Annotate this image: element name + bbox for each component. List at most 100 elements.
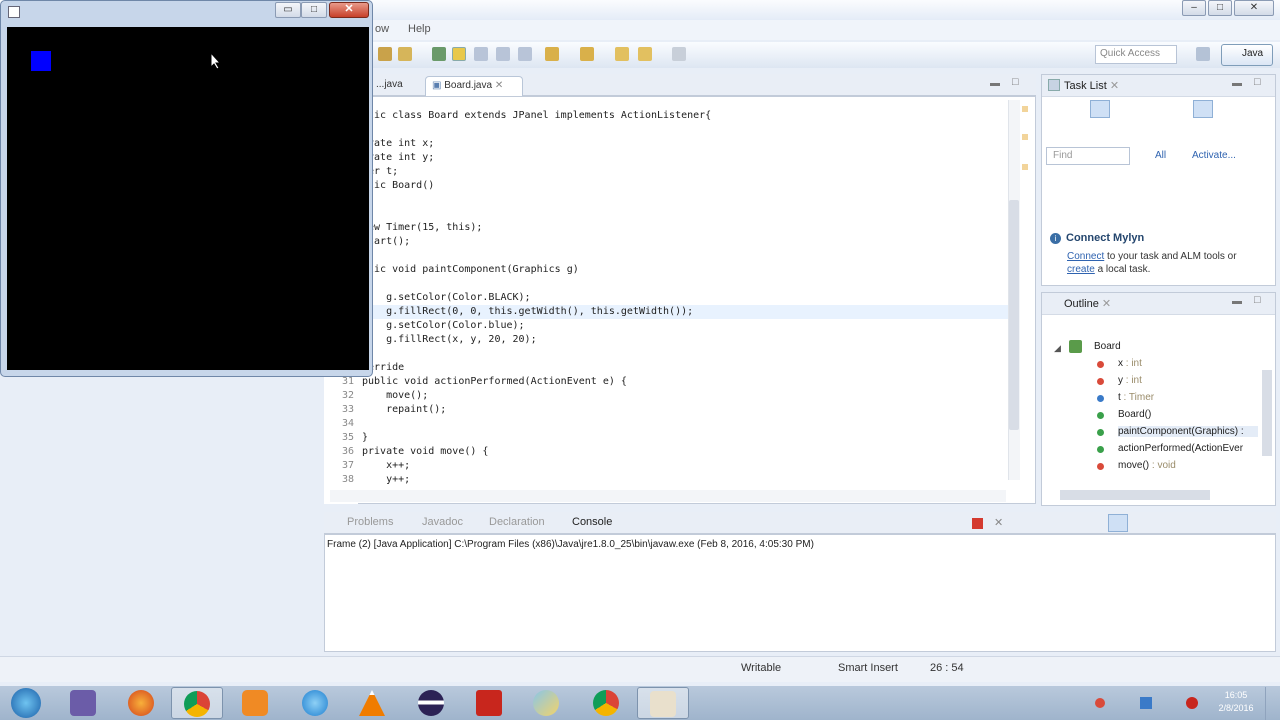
toolbar-icon[interactable] xyxy=(452,47,466,61)
tray-icon[interactable] xyxy=(1095,698,1105,708)
console-view[interactable] xyxy=(324,534,1276,652)
outline-scrollbar[interactable] xyxy=(1262,370,1272,456)
maximize-icon[interactable]: □ xyxy=(1254,294,1261,306)
line-number: 37 xyxy=(341,460,354,471)
remove-launch-icon[interactable]: ✕ xyxy=(994,516,1003,529)
frame-close-button[interactable]: ✕ xyxy=(329,2,369,18)
taskbar-java[interactable] xyxy=(637,687,689,719)
outline-member[interactable]: move() : void xyxy=(1118,460,1176,471)
menu-help[interactable]: Help xyxy=(408,23,431,35)
taskbar-visual-studio[interactable] xyxy=(57,687,109,719)
line-number: 38 xyxy=(341,474,354,485)
taskbar-ie[interactable] xyxy=(289,687,341,719)
outline-member[interactable]: actionPerformed(ActionEver xyxy=(1118,443,1243,454)
forward-arrow-icon[interactable] xyxy=(638,47,652,61)
game-canvas[interactable] xyxy=(7,27,369,370)
outline-member[interactable]: t : Timer xyxy=(1118,392,1154,403)
editor-scroll-thumb[interactable] xyxy=(1009,200,1019,430)
quick-access-input[interactable]: Quick Access xyxy=(1095,45,1177,64)
taskbar-vlc[interactable] xyxy=(346,687,398,719)
tab-declaration[interactable]: Declaration xyxy=(489,516,545,528)
taskbar-paint[interactable] xyxy=(520,687,572,719)
code-line: } xyxy=(362,432,369,443)
taskbar-media-player[interactable] xyxy=(229,687,281,719)
toolbar-icon[interactable] xyxy=(672,47,686,61)
show-desktop-button[interactable] xyxy=(1265,687,1280,720)
tab-board-java[interactable]: ▣ Board.java ✕ xyxy=(425,76,523,96)
overview-marker[interactable] xyxy=(1022,164,1028,170)
toolbar-icon[interactable] xyxy=(545,47,559,61)
tab-label: Board.java xyxy=(444,80,493,91)
close-icon[interactable]: ✕ xyxy=(492,80,503,91)
tab-java-file[interactable]: ...java xyxy=(370,76,409,96)
taskbar-firefox[interactable] xyxy=(115,687,167,719)
task-toolbar-icon[interactable] xyxy=(1090,100,1110,118)
connect-link[interactable]: Connect xyxy=(1067,251,1104,262)
minimize-button[interactable]: – xyxy=(1182,0,1206,16)
menu-window[interactable]: ow xyxy=(375,23,389,35)
start-button[interactable] xyxy=(0,687,52,719)
taskbar-acrobat[interactable] xyxy=(463,687,515,719)
toolbar-icon[interactable] xyxy=(398,47,412,61)
overview-marker[interactable] xyxy=(1022,106,1028,112)
code-line: blic class Board extends JPanel implemen… xyxy=(362,110,712,121)
taskbar-chrome[interactable] xyxy=(171,687,223,719)
collapse-icon[interactable]: ◢ xyxy=(1054,343,1061,354)
taskbar-eclipse[interactable] xyxy=(405,687,457,719)
member-icon xyxy=(1097,395,1104,402)
minimize-icon[interactable]: ▬ xyxy=(1232,296,1242,307)
code-line: repaint(); xyxy=(362,404,447,415)
maximize-button[interactable]: □ xyxy=(1208,0,1232,16)
toolbar-icon[interactable] xyxy=(474,47,488,61)
maximize-icon[interactable]: □ xyxy=(1254,76,1261,88)
minimize-icon[interactable]: ▬ xyxy=(1232,78,1242,89)
maximize-icon[interactable]: □ xyxy=(1012,76,1019,88)
code-line: g.fillRect(x, y, 20, 20); xyxy=(362,334,537,345)
tab-javadoc[interactable]: Javadoc xyxy=(422,516,463,528)
outline-hscrollbar[interactable] xyxy=(1060,490,1210,500)
outline-class[interactable]: Board xyxy=(1094,341,1121,352)
taskbar-chrome-2[interactable] xyxy=(580,687,632,719)
task-find-input[interactable]: Find xyxy=(1046,147,1130,165)
minimize-icon[interactable]: ▬ xyxy=(990,78,1000,89)
toolbar-icon[interactable] xyxy=(580,47,594,61)
editor-horizontal-scrollbar[interactable] xyxy=(330,490,1006,502)
frame-maximize-button[interactable]: □ xyxy=(301,2,327,18)
tray-icon[interactable] xyxy=(1140,697,1152,709)
outline-member[interactable]: x : int xyxy=(1118,358,1142,369)
frame-minimize-button[interactable]: ▭ xyxy=(275,2,301,18)
task-list-title: Task List xyxy=(1064,80,1107,92)
taskbar-clock[interactable]: 16:05 2/8/2016 xyxy=(1212,689,1260,715)
close-icon[interactable]: ✕ xyxy=(1110,80,1119,92)
tab-problems[interactable]: Problems xyxy=(347,516,393,528)
outline-member[interactable]: y : int xyxy=(1118,375,1142,386)
toolbar-icon[interactable] xyxy=(378,47,392,61)
ie-icon xyxy=(302,690,328,716)
chrome-icon xyxy=(593,690,619,716)
tab-console[interactable]: Console xyxy=(572,516,612,528)
java-perspective-button[interactable]: Java xyxy=(1221,44,1273,66)
create-link[interactable]: create xyxy=(1067,264,1095,275)
firefox-icon xyxy=(128,690,154,716)
outline-member[interactable]: paintComponent(Graphics) : xyxy=(1118,426,1258,437)
paint-icon xyxy=(533,690,559,716)
close-icon[interactable]: ✕ xyxy=(1102,298,1111,310)
tray-icon[interactable] xyxy=(1186,697,1198,709)
toolbar-icon[interactable] xyxy=(432,47,446,61)
outline-member[interactable]: Board() xyxy=(1118,409,1151,420)
visual-studio-icon xyxy=(70,690,96,716)
back-arrow-icon[interactable] xyxy=(615,47,629,61)
activate-link[interactable]: Activate... xyxy=(1192,150,1236,161)
close-button[interactable]: ✕ xyxy=(1234,0,1274,16)
java-icon xyxy=(650,691,676,717)
focus-icon[interactable] xyxy=(1193,100,1213,118)
console-toolbar-icon[interactable] xyxy=(1108,514,1128,532)
all-link[interactable]: All xyxy=(1155,150,1166,161)
toolbar-icon[interactable] xyxy=(518,47,532,61)
open-perspective-icon[interactable] xyxy=(1196,47,1210,61)
code-line: g.fillRect(0, 0, this.getWidth(), this.g… xyxy=(362,306,694,317)
overview-marker[interactable] xyxy=(1022,134,1028,140)
clock-time: 16:05 xyxy=(1224,690,1248,700)
toolbar-icon[interactable] xyxy=(496,47,510,61)
terminate-icon[interactable] xyxy=(972,518,983,529)
